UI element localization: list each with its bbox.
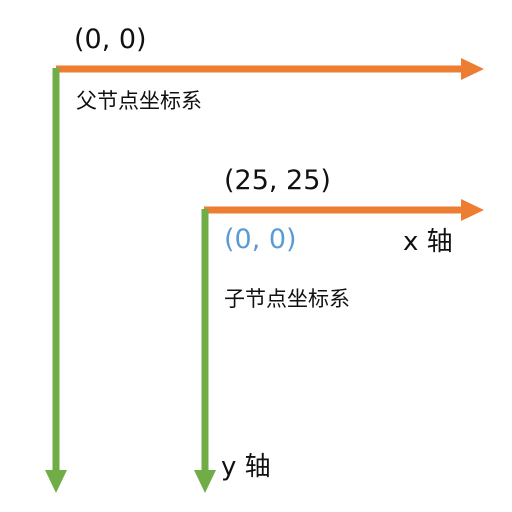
parent-axes bbox=[45, 58, 484, 493]
parent-x-axis-arrowhead bbox=[461, 58, 484, 80]
child-position-label: (25, 25) bbox=[224, 165, 331, 196]
parent-origin-label: (0, 0) bbox=[74, 24, 147, 55]
child-system-label: 子节点坐标系 bbox=[224, 287, 350, 311]
child-origin-label: (0, 0) bbox=[224, 224, 297, 255]
parent-y-axis-arrowhead bbox=[45, 470, 67, 493]
child-y-axis-arrowhead bbox=[194, 470, 216, 493]
parent-system-label: 父节点坐标系 bbox=[76, 89, 202, 113]
y-axis-label: y 轴 bbox=[221, 452, 271, 482]
x-axis-label: x 轴 bbox=[403, 227, 453, 257]
coordinate-diagram: (0, 0) 父节点坐标系 (25, 25) (0, 0) x 轴 子节点坐标系… bbox=[0, 0, 512, 512]
child-x-axis-arrowhead bbox=[461, 199, 484, 221]
